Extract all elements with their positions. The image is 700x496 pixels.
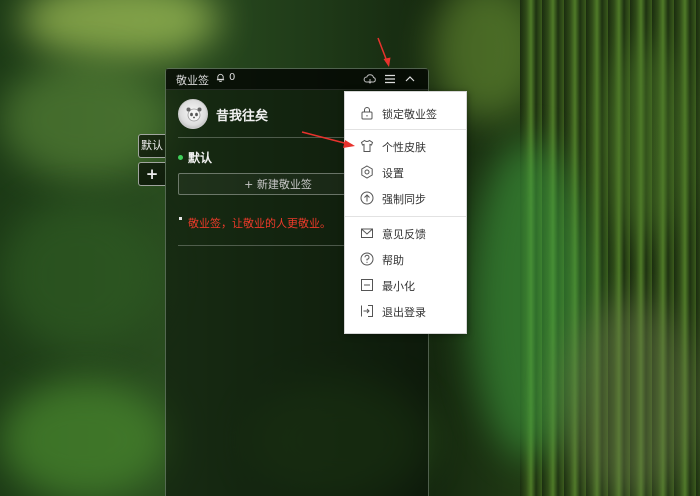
app-title: 敬业签 bbox=[176, 74, 209, 87]
sync-arrow-icon bbox=[360, 191, 374, 205]
cloud-sync-icon[interactable] bbox=[363, 72, 377, 86]
settings-icon bbox=[361, 165, 373, 179]
category-dot bbox=[178, 155, 183, 160]
menu-item-label: 设置 bbox=[382, 167, 404, 180]
menu-item-label: 退出登录 bbox=[382, 306, 426, 319]
shirt-icon bbox=[360, 139, 374, 152]
menu-item-help[interactable]: 帮助 bbox=[345, 249, 466, 271]
tab-default-category[interactable]: 默认 bbox=[138, 134, 165, 158]
menu-item-feedback[interactable]: 意见反馈 bbox=[345, 223, 466, 245]
bell-icon[interactable] bbox=[216, 73, 225, 82]
notification-count: 0 bbox=[229, 72, 236, 83]
category-label: 默认 bbox=[188, 151, 213, 165]
menu-divider bbox=[345, 216, 466, 217]
minimize-icon bbox=[361, 279, 373, 291]
logout-icon bbox=[361, 305, 373, 317]
category-heading[interactable]: 默认 bbox=[178, 149, 212, 166]
help-icon bbox=[360, 252, 374, 266]
username: 昔我往矣 bbox=[216, 109, 269, 124]
note-item[interactable]: 敬业签，让敬业的人更敬业。 bbox=[188, 215, 331, 231]
mail-icon bbox=[361, 228, 373, 238]
menu-item-settings[interactable]: 设置 bbox=[345, 162, 466, 184]
avatar[interactable] bbox=[178, 99, 208, 129]
menu-item-label: 强制同步 bbox=[382, 193, 426, 206]
add-category-tab[interactable]: + bbox=[138, 162, 165, 186]
note-bullet bbox=[179, 217, 182, 220]
menu-item-label: 最小化 bbox=[382, 280, 415, 293]
menu-item-force-sync[interactable]: 强制同步 bbox=[345, 188, 466, 210]
lock-icon bbox=[361, 107, 373, 120]
menu-item-label: 锁定敬业签 bbox=[382, 108, 437, 121]
menu-divider bbox=[345, 129, 466, 130]
chevron-up-icon[interactable] bbox=[403, 72, 417, 86]
panda-avatar-icon bbox=[186, 107, 202, 122]
menu-item-lock[interactable]: 锁定敬业签 bbox=[345, 103, 466, 125]
dropdown-menu: 锁定敬业签 个性皮肤 设置 强制同步 意见反馈 帮助 最小化 退出登录 bbox=[344, 91, 467, 334]
menu-icon[interactable] bbox=[383, 72, 397, 86]
divider bbox=[178, 137, 348, 138]
menu-item-logout[interactable]: 退出登录 bbox=[345, 301, 466, 323]
menu-item-skin[interactable]: 个性皮肤 bbox=[345, 136, 466, 158]
menu-item-label: 帮助 bbox=[382, 254, 404, 267]
divider bbox=[178, 245, 348, 246]
title-bar: 敬业签 0 bbox=[166, 69, 428, 90]
menu-item-minimize[interactable]: 最小化 bbox=[345, 275, 466, 297]
menu-item-label: 个性皮肤 bbox=[382, 141, 426, 154]
menu-item-label: 意见反馈 bbox=[382, 228, 426, 241]
